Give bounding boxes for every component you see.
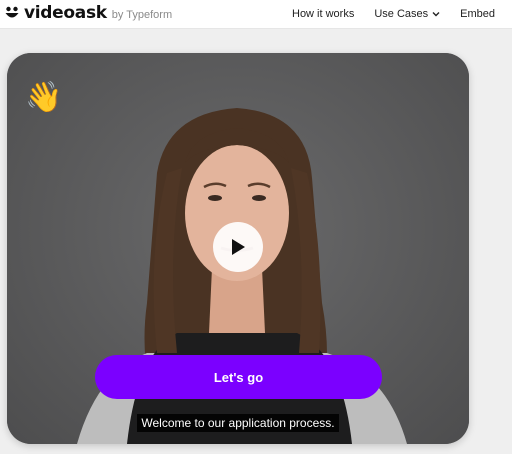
nav-label: Embed <box>460 8 495 20</box>
brand-name: videoask <box>24 3 107 23</box>
chevron-down-icon <box>432 12 440 17</box>
videoask-logo[interactable]: videoask by Typeform <box>4 3 172 23</box>
nav-use-cases[interactable]: Use Cases <box>374 8 440 20</box>
subtitle-caption: Welcome to our application process. <box>7 414 469 432</box>
video-player[interactable]: 👋 Let's go Welcome to our application pr… <box>7 53 469 444</box>
main-nav: How it works Use Cases Embed <box>292 0 512 28</box>
play-button[interactable] <box>213 222 263 272</box>
brand-subtitle: by Typeform <box>111 8 173 21</box>
nav-embed[interactable]: Embed <box>460 8 495 20</box>
nav-label: How it works <box>292 8 355 20</box>
nav-label: Use Cases <box>374 8 429 20</box>
waving-hand-icon: 👋 <box>25 80 63 115</box>
play-icon <box>232 239 245 255</box>
lets-go-button[interactable]: Let's go <box>95 355 382 399</box>
top-navigation-bar: videoask by Typeform How it works Use Ca… <box>0 0 512 29</box>
nav-how-it-works[interactable]: How it works <box>292 8 354 20</box>
caption-text: Welcome to our application process. <box>137 414 339 432</box>
smiley-logo-icon <box>5 6 19 18</box>
